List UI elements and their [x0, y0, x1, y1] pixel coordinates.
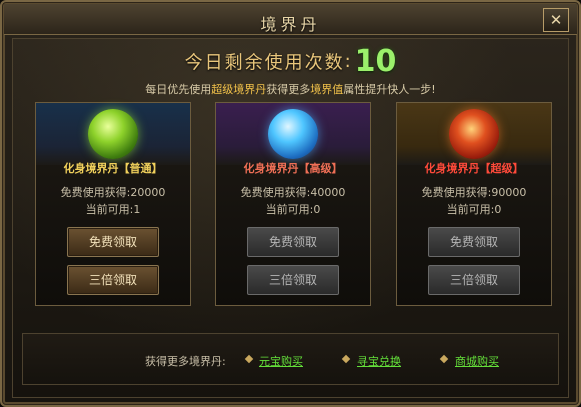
gain-line: 免费使用获得:20000: [36, 184, 190, 200]
free-claim-button[interactable]: 免费领取: [428, 227, 520, 257]
triple-claim-button[interactable]: 三倍领取: [428, 265, 520, 295]
card-title: 化身境界丹【高级】: [243, 162, 343, 175]
diamond-bullet-icon: [341, 354, 351, 364]
available-value: 1: [133, 203, 141, 216]
gain-value: 90000: [491, 186, 527, 199]
acquire-more-label: 获得更多境界丹:: [145, 355, 226, 368]
available-label: 当前可用:: [446, 203, 495, 216]
link-mall-buy[interactable]: 商城购买: [455, 353, 499, 369]
link-yuanbao-buy[interactable]: 元宝购买: [259, 353, 303, 369]
free-claim-button[interactable]: 免费领取: [247, 227, 339, 257]
hint-highlight-1: 超级境界丹: [211, 83, 267, 96]
gain-label: 免费使用获得:: [60, 186, 131, 199]
gain-label: 免费使用获得:: [240, 186, 311, 199]
dan-card-normal: 化身境界丹【普通】 免费使用获得:20000 当前可用:1 免费领取 三倍领取: [35, 102, 191, 306]
gain-value: 20000: [130, 186, 166, 199]
usage-count-row: 今日剩余使用次数: 10: [0, 44, 581, 80]
red-orb-icon: [449, 109, 499, 159]
hint-part-1: 每日优先使用: [145, 83, 212, 96]
blue-orb-icon: [268, 109, 318, 159]
close-icon: ✕: [549, 11, 563, 29]
link-treasure-exchange[interactable]: 寻宝兑换: [357, 353, 401, 369]
available-value: 0: [313, 203, 321, 216]
acquire-more-bar: 获得更多境界丹: 元宝购买 寻宝兑换 商城购买: [22, 333, 559, 385]
gain-line: 免费使用获得:40000: [216, 184, 370, 200]
diamond-bullet-icon: [439, 354, 449, 364]
hint-highlight-2: 境界值: [310, 83, 344, 96]
title-bar[interactable]: 境界丹 ✕: [4, 4, 577, 35]
dan-card-super: 化身境界丹【超级】 免费使用获得:90000 当前可用:0 免费领取 三倍领取: [396, 102, 552, 306]
green-orb-icon: [88, 109, 138, 159]
window-title: 境界丹: [260, 15, 321, 34]
hint-text: 每日优先使用超级境界丹获得更多境界值属性提升快人一步!: [0, 81, 581, 97]
triple-claim-button[interactable]: 三倍领取: [67, 265, 159, 295]
available-line: 当前可用:0: [397, 201, 551, 217]
available-label: 当前可用:: [265, 203, 314, 216]
usage-count-value: 10: [354, 44, 397, 79]
usage-count-separator: :: [344, 51, 351, 72]
hint-part-2: 获得更多: [266, 83, 311, 96]
card-title: 化身境界丹【普通】: [63, 162, 163, 175]
triple-claim-button[interactable]: 三倍领取: [247, 265, 339, 295]
gain-value: 40000: [310, 186, 346, 199]
diamond-bullet-icon: [244, 354, 254, 364]
card-title: 化身境界丹【超级】: [424, 162, 524, 175]
available-line: 当前可用:0: [216, 201, 370, 217]
close-button[interactable]: ✕: [543, 8, 569, 32]
available-value: 0: [494, 203, 502, 216]
available-line: 当前可用:1: [36, 201, 190, 217]
gain-label: 免费使用获得:: [421, 186, 492, 199]
available-label: 当前可用:: [85, 203, 134, 216]
usage-count-label: 今日剩余使用次数: [184, 52, 345, 74]
gain-line: 免费使用获得:90000: [397, 184, 551, 200]
dan-card-advanced: 化身境界丹【高级】 免费使用获得:40000 当前可用:0 免费领取 三倍领取: [215, 102, 371, 306]
free-claim-button[interactable]: 免费领取: [67, 227, 159, 257]
hint-part-3: 属性提升快人一步!: [343, 83, 436, 96]
